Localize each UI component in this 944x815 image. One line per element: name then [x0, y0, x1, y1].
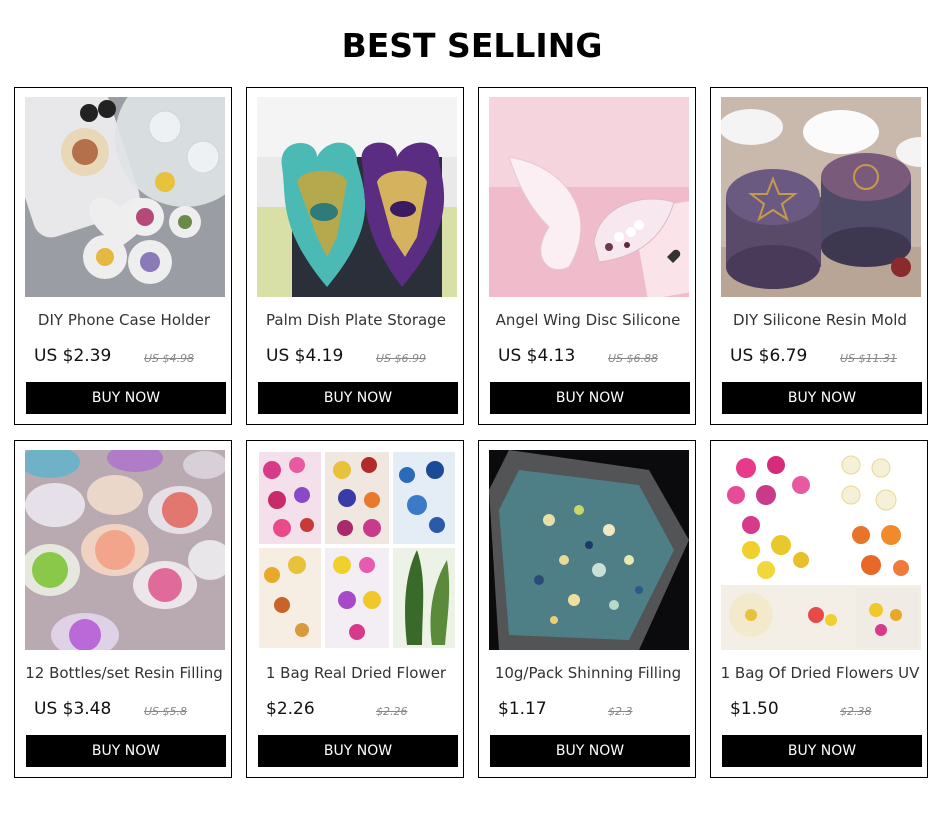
product-image[interactable] — [257, 450, 457, 650]
section-title: BEST SELLING — [341, 26, 603, 65]
product-image[interactable] — [721, 97, 921, 297]
original-price: US $6.99 — [376, 352, 427, 365]
buy-now-button[interactable]: BUY NOW — [722, 382, 922, 414]
buy-now-button[interactable]: BUY NOW — [26, 382, 226, 414]
product-price: $2.26 — [266, 699, 315, 719]
buy-now-button[interactable]: BUY NOW — [258, 735, 458, 767]
original-price: $2.26 — [376, 705, 408, 718]
product-card[interactable]: DIY Silicone Resin Mold US $6.79 US $11.… — [710, 87, 928, 425]
product-price: US $3.48 — [34, 699, 112, 719]
product-image[interactable] — [721, 450, 921, 650]
product-price: US $2.39 — [34, 346, 112, 366]
product-name[interactable]: 10g/Pack Shinning Filling — [485, 663, 691, 683]
product-name[interactable]: DIY Phone Case Holder — [21, 310, 227, 330]
product-card[interactable]: 12 Bottles/set Resin Filling US $3.48 US… — [14, 440, 232, 778]
buy-now-button[interactable]: BUY NOW — [490, 735, 690, 767]
product-image[interactable] — [489, 450, 689, 650]
product-card[interactable]: Angel Wing Disc Silicone US $4.13 US $6.… — [478, 87, 696, 425]
product-name[interactable]: 1 Bag Of Dried Flowers UV — [717, 663, 923, 683]
product-card[interactable]: DIY Phone Case Holder US $2.39 US $4.98 … — [14, 87, 232, 425]
product-card[interactable]: 1 Bag Of Dried Flowers UV $1.50 $2.38 BU… — [710, 440, 928, 778]
product-card[interactable]: 1 Bag Real Dried Flower $2.26 $2.26 BUY … — [246, 440, 464, 778]
original-price: US $5.8 — [144, 705, 188, 718]
product-image[interactable] — [25, 450, 225, 650]
buy-now-button[interactable]: BUY NOW — [722, 735, 922, 767]
original-price: US $4.98 — [144, 352, 195, 365]
product-name[interactable]: DIY Silicone Resin Mold — [717, 310, 923, 330]
product-price: $1.17 — [498, 699, 547, 719]
original-price: US $11.31 — [840, 352, 898, 365]
product-image[interactable] — [257, 97, 457, 297]
product-card[interactable]: 10g/Pack Shinning Filling $1.17 $2.3 BUY… — [478, 440, 696, 778]
buy-now-button[interactable]: BUY NOW — [258, 382, 458, 414]
product-card[interactable]: Palm Dish Plate Storage US $4.19 US $6.9… — [246, 87, 464, 425]
product-image[interactable] — [25, 97, 225, 297]
original-price: $2.38 — [840, 705, 872, 718]
product-price: US $4.13 — [498, 346, 576, 366]
original-price: US $6.88 — [608, 352, 659, 365]
buy-now-button[interactable]: BUY NOW — [490, 382, 690, 414]
product-name[interactable]: 12 Bottles/set Resin Filling — [21, 663, 227, 683]
product-image[interactable] — [489, 97, 689, 297]
product-name[interactable]: Palm Dish Plate Storage — [253, 310, 459, 330]
product-price: $1.50 — [730, 699, 779, 719]
product-name[interactable]: Angel Wing Disc Silicone — [485, 310, 691, 330]
original-price: $2.3 — [608, 705, 633, 718]
product-name[interactable]: 1 Bag Real Dried Flower — [253, 663, 459, 683]
buy-now-button[interactable]: BUY NOW — [26, 735, 226, 767]
product-price: US $4.19 — [266, 346, 344, 366]
product-price: US $6.79 — [730, 346, 808, 366]
